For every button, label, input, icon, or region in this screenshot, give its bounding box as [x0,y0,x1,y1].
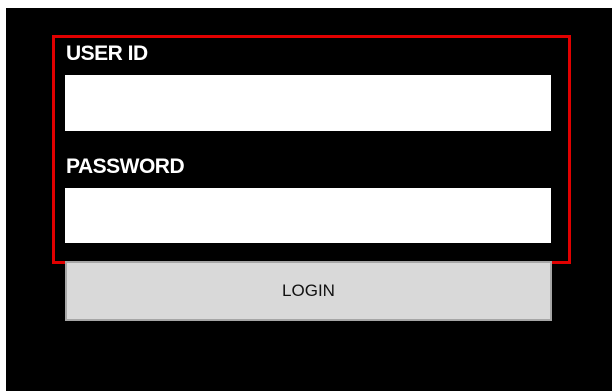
password-input[interactable] [65,188,551,243]
password-label: PASSWORD [66,155,185,178]
user-id-label: USER ID [66,42,148,65]
login-button[interactable]: LOGIN [65,261,552,321]
user-id-input[interactable] [65,75,551,131]
